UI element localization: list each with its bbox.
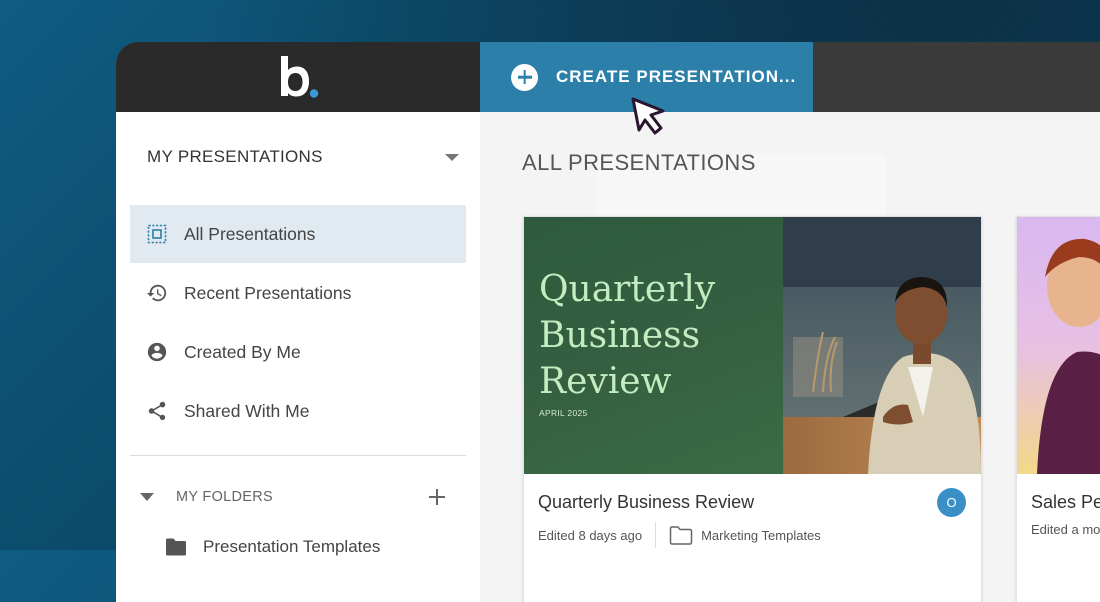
my-folders-label: MY FOLDERS xyxy=(176,489,274,505)
sidebar-item-label: All Presentations xyxy=(184,223,316,244)
sidebar-header-title: MY PRESENTATIONS xyxy=(147,147,323,166)
my-presentations-dropdown[interactable]: MY PRESENTATIONS xyxy=(147,142,459,172)
folder-link[interactable]: Marketing Templates xyxy=(701,528,821,543)
slide-photo xyxy=(1037,238,1100,474)
share-icon xyxy=(146,400,168,422)
sidebar-item-label: Shared With Me xyxy=(184,400,310,421)
brand-logo[interactable] xyxy=(279,54,319,100)
slide-title: Quarterly Business Review xyxy=(539,269,716,402)
folder-icon xyxy=(166,538,186,556)
sidebar: MY PRESENTATIONS All Presentations Recen… xyxy=(116,112,480,602)
user-circle-icon xyxy=(146,341,168,363)
folder-item-presentation-templates[interactable]: Presentation Templates xyxy=(165,537,380,557)
folder-outline-icon xyxy=(669,525,693,545)
sidebar-item-label: Recent Presentations xyxy=(184,282,352,303)
presentation-meta: Edited a mo xyxy=(1031,522,1100,537)
sidebar-item-label: Created By Me xyxy=(184,341,301,362)
owner-avatar[interactable]: O xyxy=(937,488,966,517)
logo-area xyxy=(116,42,480,112)
caret-down-icon xyxy=(445,153,459,161)
presentation-thumbnail[interactable] xyxy=(1017,217,1100,474)
edited-timestamp: Edited a mo xyxy=(1031,522,1100,537)
meta-separator xyxy=(655,522,657,548)
edited-timestamp: Edited 8 days ago xyxy=(538,527,643,543)
collapse-triangle-icon[interactable] xyxy=(140,493,154,501)
sidebar-item-all-presentations[interactable]: All Presentations xyxy=(130,205,466,263)
presentation-title[interactable]: Quarterly Business Review xyxy=(538,492,754,513)
create-presentation-label: CREATE PRESENTATION... xyxy=(556,67,797,86)
plus-circle-icon xyxy=(511,63,538,91)
page-title: ALL PRESENTATIONS xyxy=(522,150,756,175)
sidebar-item-shared-with-me[interactable]: Shared With Me xyxy=(130,382,466,440)
app-window: CREATE PRESENTATION... MY PRESENTATIONS … xyxy=(116,42,1100,602)
slide-title-panel: Quarterly Business Review APRIL 2025 xyxy=(524,217,783,474)
presentation-meta: Edited 8 days ago Marketing Templates xyxy=(538,522,821,548)
mouse-pointer-icon xyxy=(631,97,665,135)
top-bar: CREATE PRESENTATION... xyxy=(116,42,1100,112)
sidebar-nav: All Presentations Recent Presentations C… xyxy=(130,205,466,441)
sidebar-divider xyxy=(130,455,466,456)
slide-photo xyxy=(783,217,981,474)
presentation-card[interactable]: Sales Pe Edited a mo xyxy=(1016,216,1100,602)
slide-date: APRIL 2025 xyxy=(539,408,588,418)
presentation-thumbnail[interactable]: Quarterly Business Review APRIL 2025 xyxy=(524,217,981,474)
all-presentations-icon xyxy=(146,223,168,245)
sidebar-item-recent-presentations[interactable]: Recent Presentations xyxy=(130,264,466,322)
history-icon xyxy=(146,282,168,304)
presentation-card[interactable]: Quarterly Business Review APRIL 2025 Qua… xyxy=(523,216,982,602)
my-folders-section[interactable]: MY FOLDERS xyxy=(138,482,448,512)
presentation-title[interactable]: Sales Pe xyxy=(1031,492,1100,513)
add-folder-icon[interactable] xyxy=(429,489,445,505)
sidebar-item-created-by-me[interactable]: Created By Me xyxy=(130,323,466,381)
folder-label: Presentation Templates xyxy=(203,537,381,556)
